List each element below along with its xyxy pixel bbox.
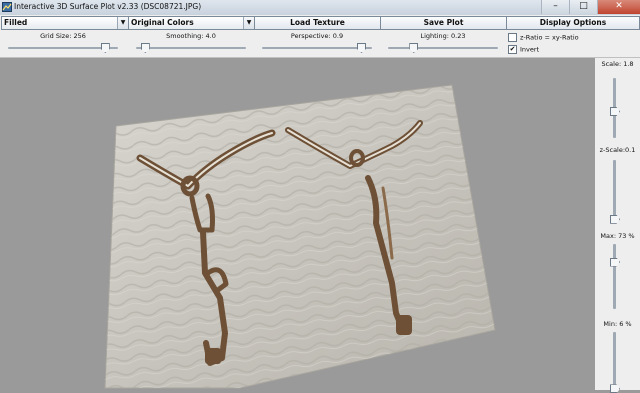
smoothing-label: Smoothing: 4.0 — [166, 32, 216, 40]
title-bar: Interactive 3D Surface Plot v2.33 (DSC08… — [0, 0, 640, 16]
max-label: Max: 73 % — [600, 232, 635, 240]
app-icon — [2, 2, 12, 12]
slider-track — [388, 47, 498, 49]
z-ratio-label: z-Ratio = xy-Ratio — [520, 33, 579, 42]
chevron-down-icon: ▼ — [243, 17, 254, 29]
minimize-button[interactable]: – — [541, 0, 569, 14]
grid-size-slider[interactable]: Grid Size: 256 — [8, 32, 118, 56]
min-slider[interactable]: Min: 6 % — [595, 320, 640, 393]
max-slider[interactable]: Max: 73 % — [595, 232, 640, 312]
slider-thumb[interactable] — [610, 107, 620, 116]
slider-track — [613, 160, 616, 220]
slider-thumb[interactable] — [610, 257, 620, 267]
cloth-texture — [105, 85, 495, 388]
scale-slider[interactable]: Scale: 1.8 — [595, 60, 640, 140]
slider-row: Grid Size: 256 Smoothing: 4.0 Perspectiv… — [0, 30, 640, 58]
scale-label: Scale: 1.8 — [601, 60, 634, 68]
chevron-down-icon: ▼ — [117, 17, 128, 29]
slider-track — [613, 244, 616, 309]
slider-thumb[interactable] — [409, 43, 419, 53]
close-button[interactable]: ✕ — [597, 0, 640, 14]
save-plot-button[interactable]: Save Plot — [380, 16, 507, 30]
color-mode-select[interactable]: Original Colors ▼ — [128, 16, 255, 30]
z-scale-label: z-Scale:0.1 — [599, 146, 636, 154]
slider-thumb[interactable] — [610, 214, 620, 224]
min-label: Min: 6 % — [603, 320, 632, 328]
grid-size-label: Grid Size: 256 — [40, 32, 86, 40]
invert-label: Invert — [520, 45, 540, 54]
surface-plot[interactable] — [0, 58, 595, 390]
slider-track — [136, 47, 246, 49]
window-title: Interactive 3D Surface Plot v2.33 (DSC08… — [14, 2, 202, 11]
plot-mode-select[interactable]: Filled ▼ — [1, 16, 129, 30]
checkbox-box[interactable]: ✔ — [508, 45, 517, 54]
lighting-label: Lighting: 0.23 — [420, 32, 466, 40]
z-scale-slider[interactable]: z-Scale:0.1 — [595, 146, 640, 226]
color-mode-value: Original Colors — [131, 18, 194, 27]
display-options-button[interactable]: Display Options — [506, 16, 640, 30]
slider-thumb[interactable] — [610, 384, 620, 393]
maximize-button[interactable]: □ — [569, 0, 597, 14]
z-ratio-checkbox[interactable]: z-Ratio = xy-Ratio — [508, 33, 579, 42]
checkbox-box[interactable] — [508, 33, 517, 42]
right-panel: Scale: 1.8 z-Scale:0.1 Max: 73 % Min: 6 … — [595, 58, 640, 393]
slider-thumb[interactable] — [357, 43, 366, 53]
perspective-slider[interactable]: Perspective: 0.9 — [262, 32, 372, 56]
plot-mode-value: Filled — [4, 18, 28, 27]
slider-track — [262, 47, 372, 49]
invert-checkbox[interactable]: ✔ Invert — [508, 45, 539, 54]
slider-thumb[interactable] — [140, 43, 150, 53]
smoothing-slider[interactable]: Smoothing: 4.0 — [136, 32, 246, 56]
lighting-slider[interactable]: Lighting: 0.23 — [388, 32, 498, 56]
slider-track — [613, 332, 616, 392]
toolbar: Filled ▼ Original Colors ▼ Load Texture … — [0, 15, 640, 30]
slider-thumb[interactable] — [100, 43, 110, 53]
perspective-label: Perspective: 0.9 — [290, 32, 344, 40]
surface-plot-area[interactable] — [0, 58, 595, 390]
load-texture-button[interactable]: Load Texture — [254, 16, 381, 30]
